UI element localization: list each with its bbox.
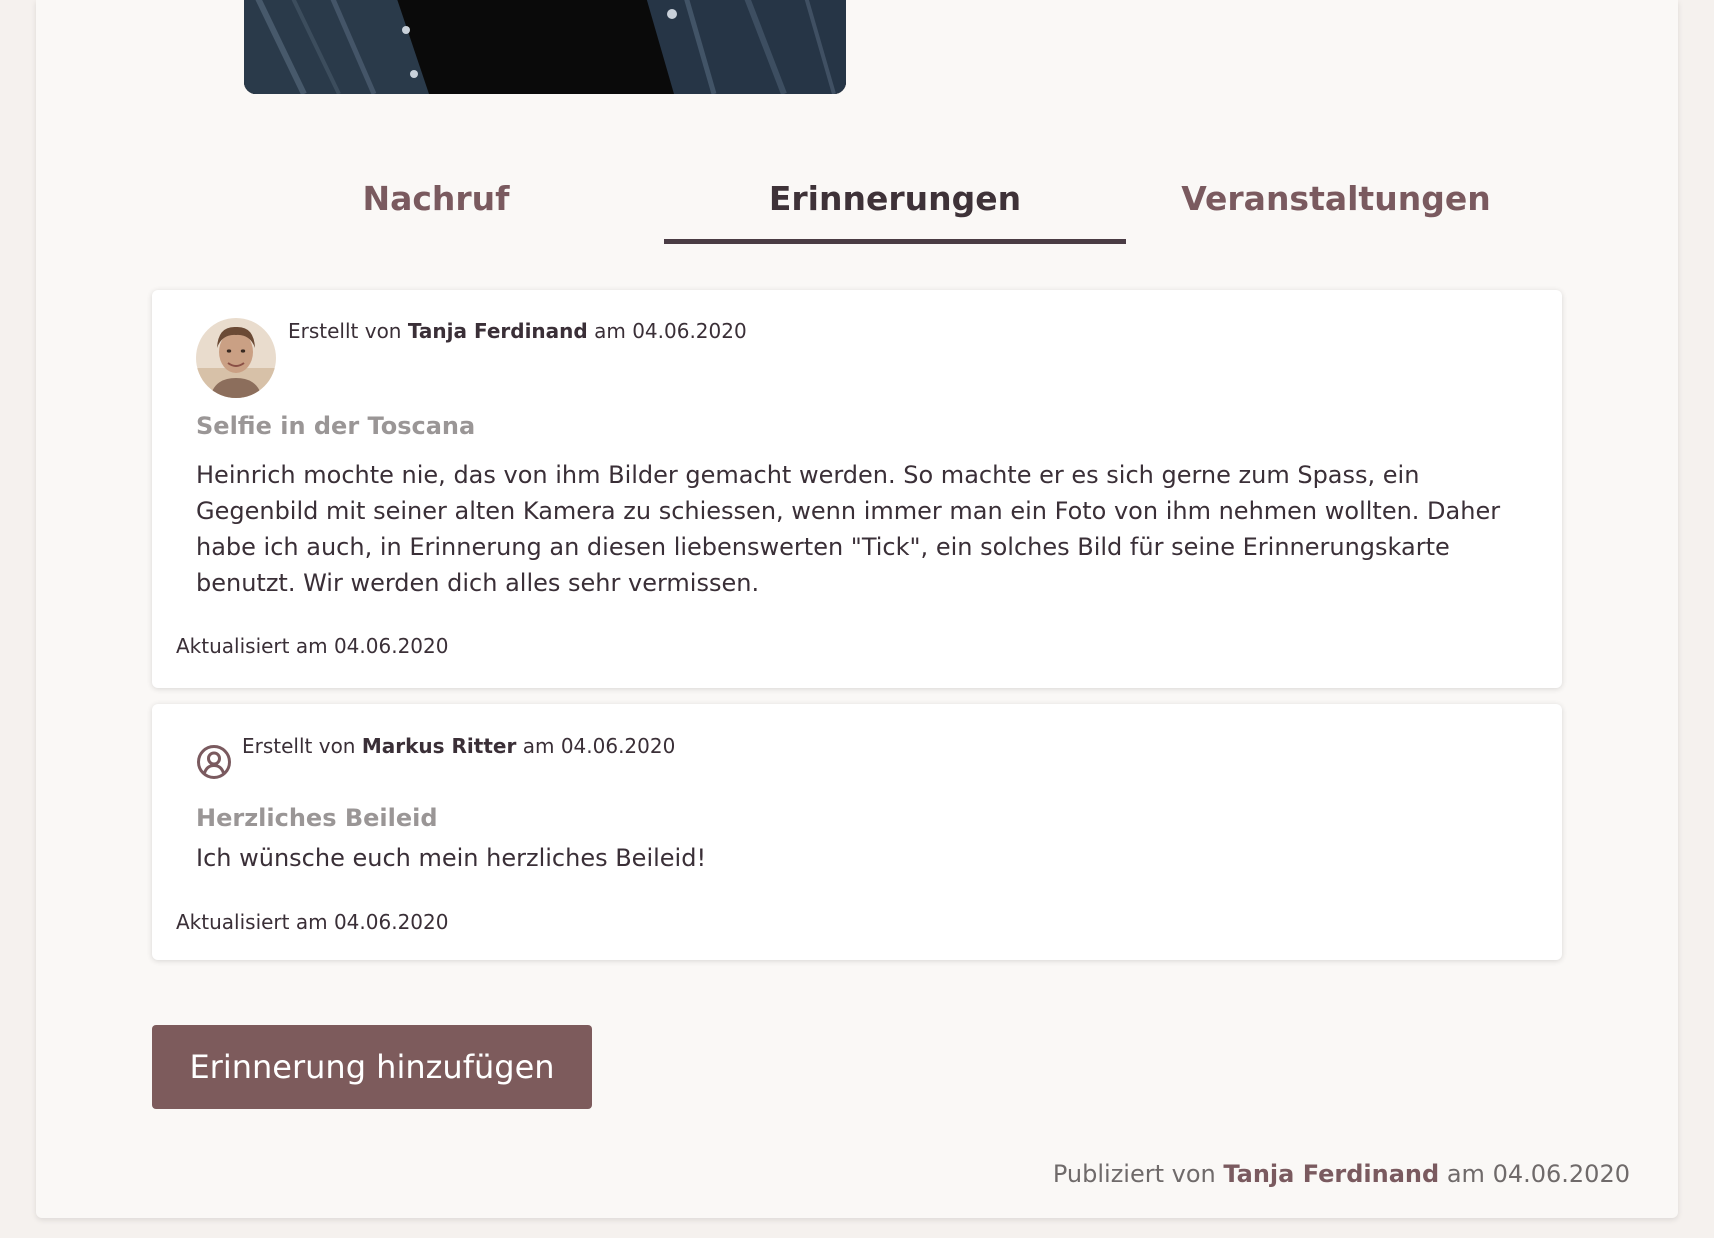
tab-label: Erinnerungen [768, 179, 1022, 218]
page-container: Nachruf Erinnerungen Veranstaltungen Ers… [36, 0, 1678, 1218]
memory-updated: Aktualisiert am 04.06.2020 [176, 634, 449, 658]
memory-created-info: Erstellt von Markus Ritter am 04.06.2020 [242, 734, 675, 758]
published-date: 04.06.2020 [1492, 1160, 1630, 1188]
tab-label: Veranstaltungen [1181, 179, 1491, 218]
author-name: Markus Ritter [361, 734, 517, 758]
memory-title: Herzliches Beileid [196, 804, 438, 832]
memory-body: Ich wünsche euch mein herzliches Beileid… [196, 844, 707, 872]
published-prefix: Publiziert von [1052, 1160, 1216, 1188]
add-memory-button[interactable]: Erinnerung hinzufügen [152, 1025, 592, 1109]
memory-card: Erstellt von Markus Ritter am 04.06.2020… [152, 704, 1562, 960]
memorial-tabs: Nachruf Erinnerungen Veranstaltungen [36, 170, 1678, 250]
tab-erinnerungen[interactable]: Erinnerungen [664, 170, 1126, 244]
created-date: 04.06.2020 [632, 319, 747, 343]
memory-created-info: Erstellt von Tanja Ferdinand am 04.06.20… [288, 319, 747, 343]
created-prefix: Erstellt von [288, 319, 402, 343]
memory-updated: Aktualisiert am 04.06.2020 [176, 910, 449, 934]
published-mid: am [1446, 1160, 1485, 1188]
portrait-photo [244, 0, 846, 94]
memory-card: Erstellt von Tanja Ferdinand am 04.06.20… [152, 290, 1562, 688]
created-mid: am [594, 319, 626, 343]
active-tab-indicator [664, 239, 1126, 244]
created-prefix: Erstellt von [242, 734, 356, 758]
memory-body: Heinrich mochte nie, das von ihm Bilder … [196, 461, 1501, 597]
tab-veranstaltungen[interactable]: Veranstaltungen [1126, 170, 1546, 244]
author-name: Tanja Ferdinand [407, 319, 588, 343]
created-mid: am [522, 734, 555, 758]
memory-title: Selfie in der Toscana [196, 412, 476, 440]
user-circle-icon [196, 744, 232, 780]
publisher-name: Tanja Ferdinand [1223, 1160, 1440, 1188]
tab-nachruf[interactable]: Nachruf [226, 170, 646, 244]
tab-label: Nachruf [362, 179, 510, 218]
avatar [196, 318, 276, 398]
created-date: 04.06.2020 [560, 734, 676, 758]
published-info: Publiziert von Tanja Ferdinand am 04.06.… [1053, 1160, 1630, 1188]
